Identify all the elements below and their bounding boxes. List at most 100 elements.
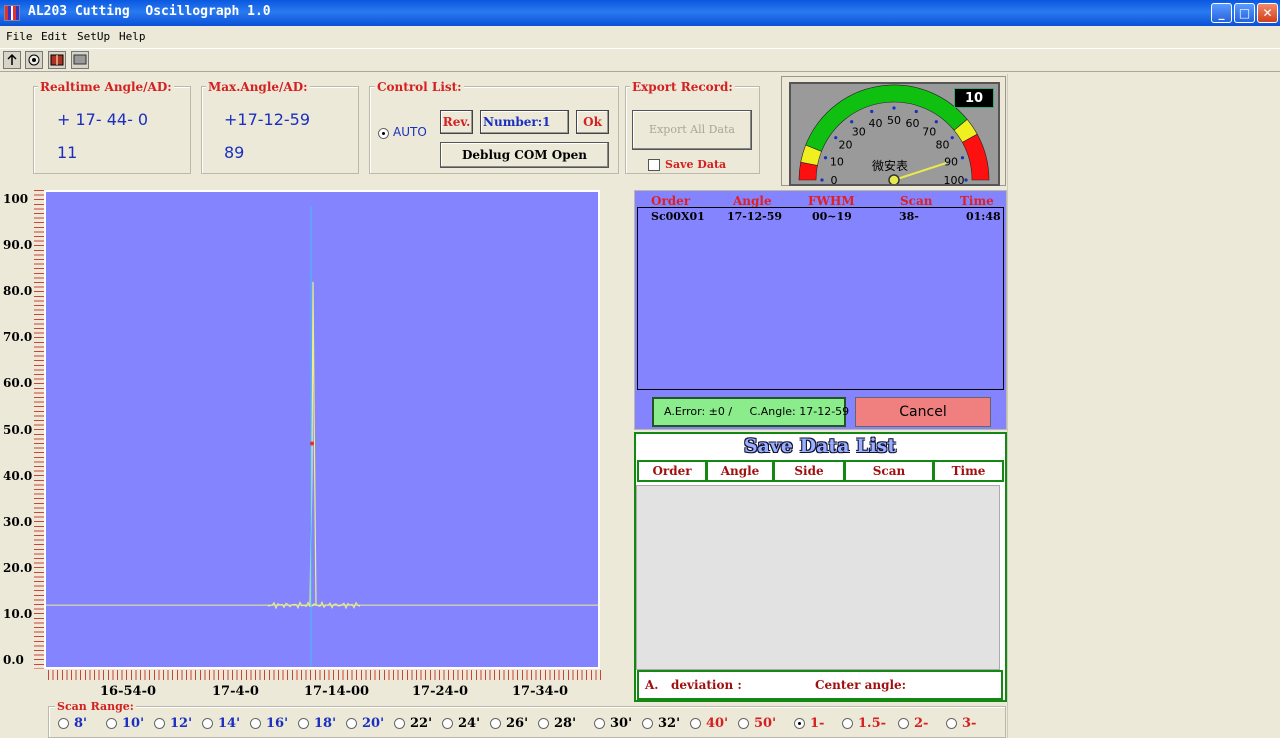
- gauge-tick-label: 50: [887, 114, 901, 127]
- gauge-label: 微安表: [872, 159, 909, 173]
- gauge-tick: [964, 178, 968, 182]
- col-order: Order: [651, 194, 691, 208]
- chart-canvas: [46, 206, 598, 667]
- scan-range-label: 3-: [962, 716, 977, 731]
- x-tick-label: 17-24-0: [412, 684, 469, 699]
- save-col-scan: Scan: [844, 460, 934, 482]
- save-data-list[interactable]: [636, 485, 1000, 670]
- export-all-button[interactable]: Export All Data: [632, 110, 752, 150]
- settings-icon[interactable]: [25, 51, 43, 69]
- gauge-tick-label: 0: [831, 174, 838, 184]
- save-col-time: Time: [933, 460, 1004, 482]
- monitor-icon[interactable]: [71, 51, 89, 69]
- x-axis-ruler: [48, 670, 602, 680]
- scan-range-radio[interactable]: [842, 718, 853, 729]
- number-field[interactable]: Number:1: [480, 110, 569, 134]
- scan-range-radio[interactable]: [594, 718, 605, 729]
- scan-range-radio[interactable]: [738, 718, 749, 729]
- scan-range-label: 20': [362, 716, 385, 731]
- scan-range-radio[interactable]: [58, 718, 69, 729]
- gauge-tick-label: 90: [944, 155, 958, 168]
- gauge-display: 10: [954, 88, 994, 108]
- gauge-tick-label: 80: [936, 139, 950, 152]
- save-data-label: Save Data: [665, 158, 727, 171]
- scan-range-radio[interactable]: [690, 718, 701, 729]
- scan-range-label: 28': [554, 716, 577, 731]
- window-title: AL203 Cutting Oscillograph 1.0: [28, 4, 271, 19]
- rev-button[interactable]: Rev.: [440, 110, 473, 134]
- minimize-button[interactable]: _: [1211, 3, 1232, 23]
- record-scan: 38-: [899, 210, 919, 223]
- menu-setup[interactable]: SetUp: [77, 30, 110, 43]
- y-tick-label: 20.0: [3, 560, 33, 575]
- scan-range-radio[interactable]: [298, 718, 309, 729]
- oscillograph-plot[interactable]: [44, 190, 600, 669]
- scan-range-radio[interactable]: [794, 718, 805, 729]
- auto-radio[interactable]: [378, 128, 389, 139]
- scan-range-title: Scan Range:: [55, 700, 136, 713]
- gauge-tick-label: 40: [868, 117, 882, 130]
- record-list[interactable]: [637, 207, 1004, 390]
- scan-range-radio[interactable]: [250, 718, 261, 729]
- gauge-tick: [950, 136, 954, 140]
- menu-edit[interactable]: Edit: [41, 30, 68, 43]
- y-tick-label: 60.0: [3, 376, 33, 391]
- scan-range-label: 12': [170, 716, 193, 731]
- realtime-title: Realtime Angle/AD:: [38, 80, 174, 94]
- gauge-band: [961, 133, 990, 181]
- gauge-tick: [870, 109, 874, 114]
- toolbar: [0, 48, 1280, 72]
- y-tick-label: 100: [3, 192, 29, 206]
- menu-help[interactable]: Help: [119, 30, 146, 43]
- scan-range-radio[interactable]: [394, 718, 405, 729]
- scan-range-radio[interactable]: [898, 718, 909, 729]
- y-tick-label: 90.0: [3, 238, 33, 253]
- gauge-tick: [934, 120, 938, 124]
- book-icon[interactable]: [48, 51, 66, 69]
- scan-range-radio[interactable]: [346, 718, 357, 729]
- x-tick-label: 16-54-0: [100, 684, 157, 699]
- gauge-hub: [888, 174, 900, 186]
- y-tick-label: 80.0: [3, 284, 33, 299]
- center-angle-label: Center angle:: [815, 678, 907, 692]
- col-scan: Scan: [900, 194, 933, 208]
- gauge-tick: [823, 156, 828, 160]
- menu-file[interactable]: File: [6, 30, 33, 43]
- save-col-angle: Angle: [706, 460, 774, 482]
- scan-range-radio[interactable]: [442, 718, 453, 729]
- scan-range-radio[interactable]: [154, 718, 165, 729]
- record-fwhm: 00~19: [812, 210, 852, 223]
- scan-range-radio[interactable]: [106, 718, 117, 729]
- scan-range-radio[interactable]: [538, 718, 549, 729]
- save-col-side: Side: [773, 460, 845, 482]
- col-fwhm: FWHM: [808, 194, 855, 208]
- scan-range-label: 16': [266, 716, 289, 731]
- scan-range-label: 24': [458, 716, 481, 731]
- save-col-order: Order: [637, 460, 707, 482]
- debug-com-button[interactable]: Deblug COM Open: [440, 142, 609, 168]
- gauge-tick-label: 30: [852, 125, 866, 138]
- scan-range-label: 32': [658, 716, 681, 731]
- gauge-tick: [960, 156, 965, 160]
- status-box: A.Error: ±0 / C.Angle: 17-12-59: [652, 397, 849, 427]
- scan-range-radio[interactable]: [642, 718, 653, 729]
- gauge-tick: [914, 109, 918, 114]
- scan-range-label: 1-: [810, 716, 825, 731]
- ok-button[interactable]: Ok: [576, 110, 609, 134]
- auto-label: AUTO: [393, 125, 427, 139]
- app-icon: [4, 5, 20, 21]
- record-angle: 17-12-59: [727, 210, 783, 223]
- scan-range-radio[interactable]: [490, 718, 501, 729]
- maximize-button[interactable]: □: [1234, 3, 1255, 23]
- save-data-checkbox[interactable]: [648, 159, 660, 171]
- control-title: Control List:: [375, 80, 464, 94]
- cursor-marker: [310, 441, 314, 446]
- cancel-button[interactable]: Cancel: [855, 397, 991, 427]
- upload-icon[interactable]: [3, 51, 21, 69]
- max-angle: +17-12-59: [224, 110, 311, 129]
- scan-range-radio[interactable]: [202, 718, 213, 729]
- col-angle: Angle: [733, 194, 772, 208]
- close-button[interactable]: ✕: [1257, 3, 1278, 23]
- x-tick-label: 17-34-0: [512, 684, 569, 699]
- scan-range-radio[interactable]: [946, 718, 957, 729]
